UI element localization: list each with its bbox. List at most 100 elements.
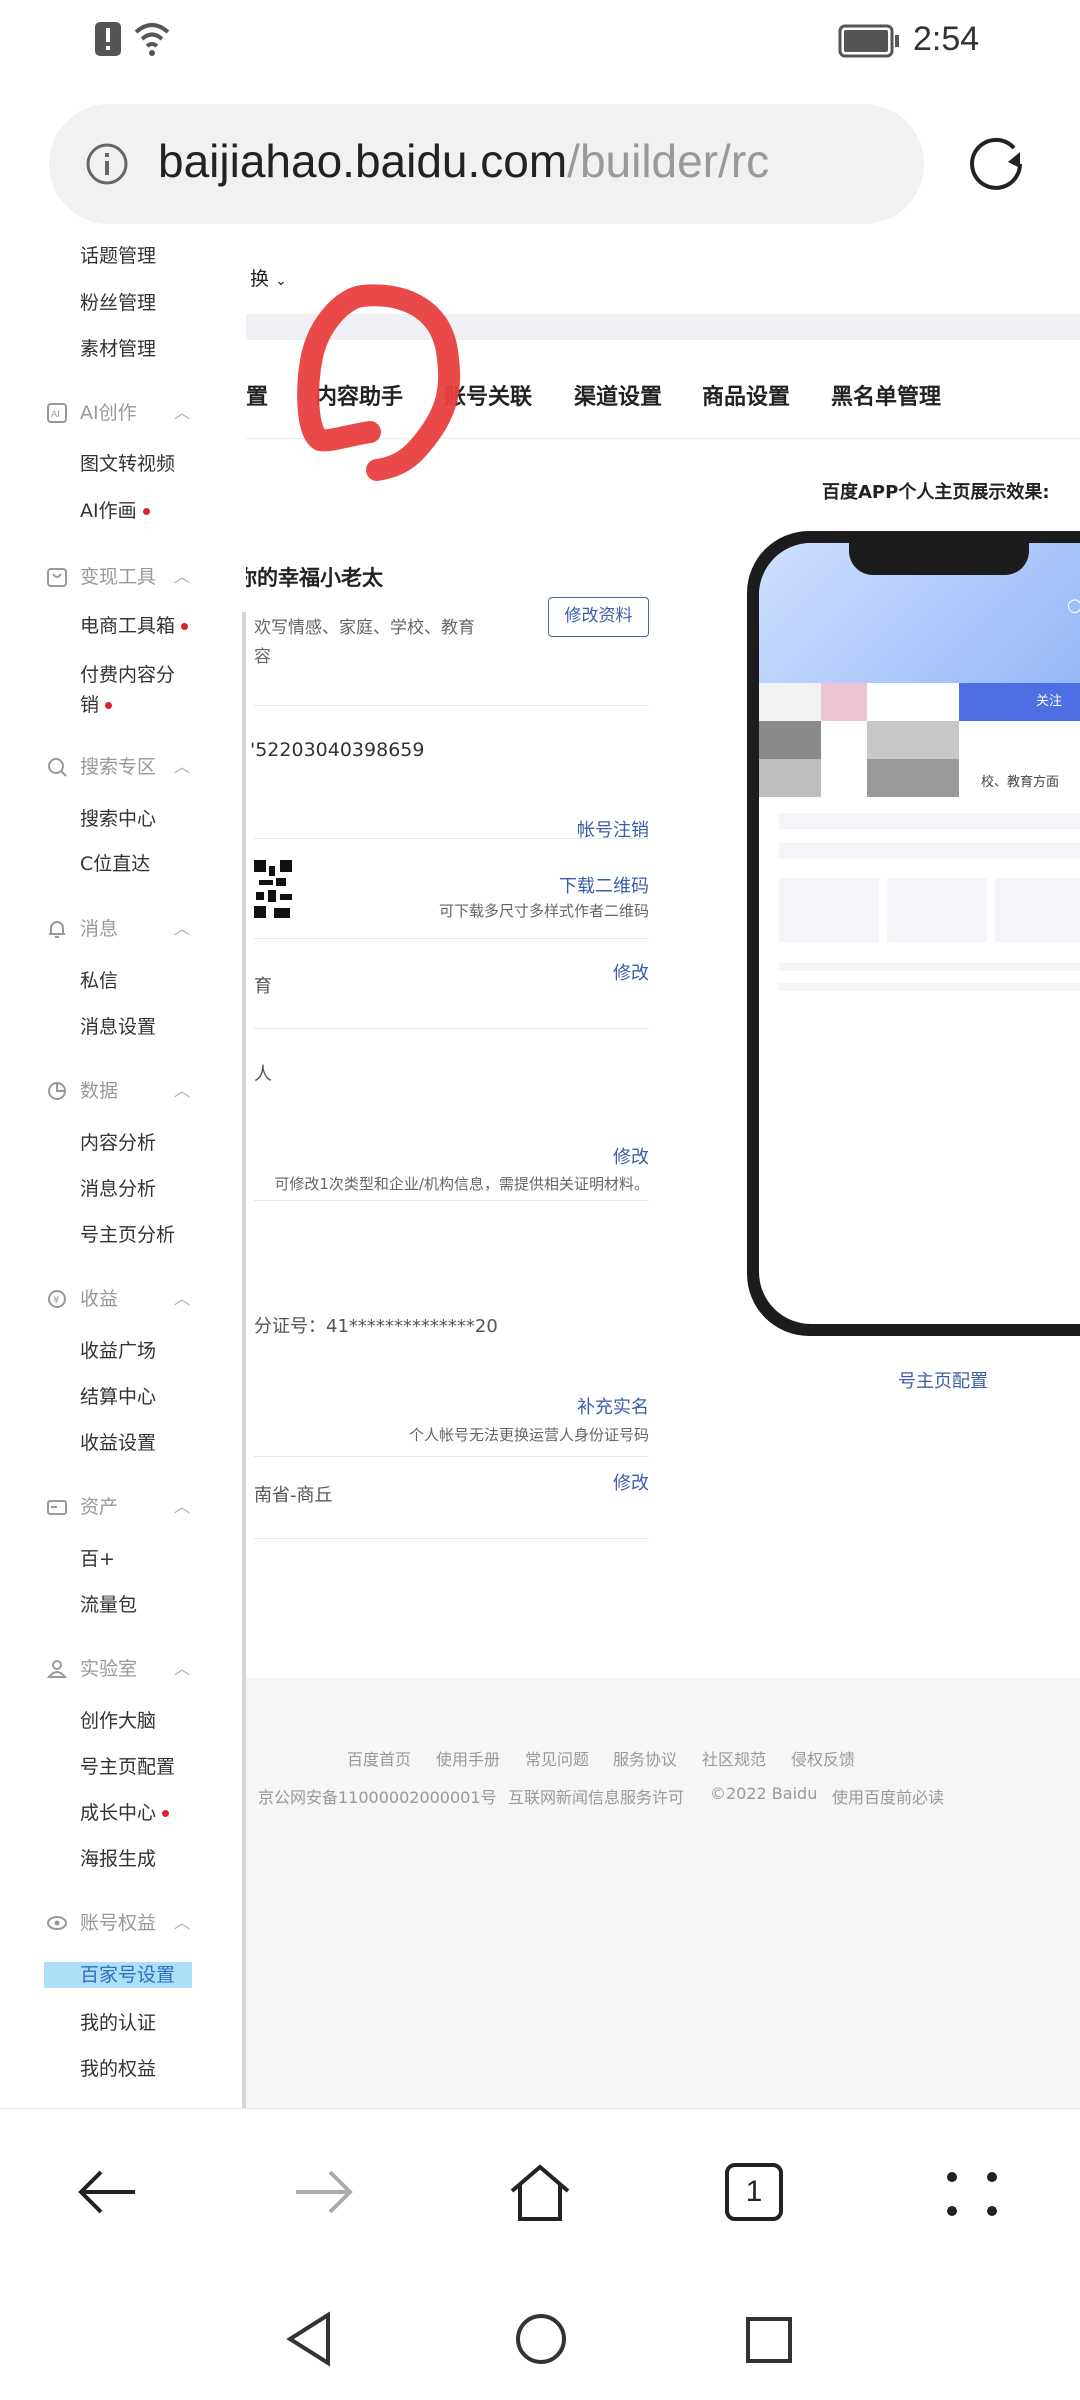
sidebar-item[interactable]: 粉丝管理 [80,290,156,316]
svg-text:¥: ¥ [53,1295,59,1306]
url-path: /builder/rc [567,135,770,187]
chevron-up-icon[interactable]: ︿ [174,754,190,780]
sidebar-item[interactable]: 结算中心 [80,1384,156,1410]
chevron-up-icon[interactable]: ︿ [174,400,190,426]
chevron-up-icon[interactable]: ︿ [174,1656,190,1682]
back-icon[interactable] [75,2167,139,2217]
search-icon [48,758,67,777]
svg-text:AI: AI [51,410,60,420]
info-icon[interactable] [85,142,129,186]
address-bar[interactable]: baijiahao.baidu.com/builder/rc [49,104,924,224]
footer-link[interactable]: 侵权反馈 [791,1746,855,1770]
sidebar-item[interactable]: 号主页配置 [80,1754,175,1780]
sidebar-item[interactable]: 百家号设置 [44,1962,192,1988]
sidebar-item-label: 话题管理 [80,245,157,267]
sidebar-item-label: 流量包 [80,1594,138,1616]
sidebar-item[interactable]: 内容分析 [80,1130,156,1156]
sidebar-group-label: 收益 [80,1288,119,1310]
edit-account-type-link[interactable]: 修改 [613,1143,649,1169]
chevron-up-icon[interactable]: ︿ [174,564,190,590]
footer-link[interactable]: 百度首页 [347,1746,411,1770]
sidebar-item-label: 结算中心 [80,1386,157,1408]
sidebar-item[interactable]: 搜索中心 [80,806,156,832]
sidebar-item-label: 百家号设置 [80,1964,176,1986]
card-icon [47,1500,67,1515]
chevron-up-icon[interactable]: ︿ [174,1286,190,1312]
sidebar-item-label: 成长中心 [80,1802,157,1824]
sidebar-item[interactable]: 图文转视频 [80,451,175,477]
sidebar-item[interactable]: 创作大脑 [80,1708,156,1734]
footer-link[interactable]: 常见问题 [525,1746,589,1770]
chevron-up-icon[interactable]: ︿ [174,1910,190,1936]
system-home-icon[interactable] [513,2311,569,2367]
url-text[interactable]: baijiahao.baidu.com/builder/rc [158,134,910,188]
url-host: baijiahao.baidu.com [158,135,568,187]
sidebar-item-label: 我的权益 [80,2058,157,2080]
homepage-config-link[interactable]: 号主页配置 [898,1367,988,1393]
tabs-button[interactable]: 1 [725,2163,783,2221]
sidebar-item[interactable]: 素材管理 [80,336,156,362]
sidebar-item-label: 搜索中心 [80,808,157,830]
forward-icon[interactable] [292,2167,356,2217]
sidebar-item[interactable]: 百+ [80,1546,115,1572]
footer-link[interactable]: 使用手册 [436,1746,500,1770]
footer-link[interactable]: 服务协议 [613,1746,677,1770]
skeleton-line [779,843,1080,859]
sidebar-group-label: 数据 [80,1080,119,1102]
sidebar-scrollbar[interactable] [242,612,246,2108]
lab-icon [46,1660,68,1678]
system-recents-icon[interactable] [744,2315,794,2365]
sidebar-item-label: 电商工具箱 [80,615,176,637]
edit-domain-link[interactable]: 修改 [613,959,649,985]
realname-hint: 个人帐号无法更换运营人身份证号码 [408,1426,649,1444]
sidebar-item-label: 消息设置 [80,1016,157,1038]
sidebar-item-label: 号主页分析 [80,1224,176,1246]
sidebar-item[interactable]: 付费内容分销 [80,660,190,720]
skeleton-card [995,878,1080,942]
sidebar-item[interactable]: AI作画 [80,498,150,524]
reload-icon[interactable] [964,130,1028,194]
skeleton-card [779,878,879,942]
chevron-up-icon[interactable]: ︿ [174,916,190,942]
sidebar-item[interactable]: 我的认证 [80,2010,156,2036]
footer-link[interactable]: 社区规范 [702,1746,766,1770]
edit-region-link[interactable]: 修改 [613,1469,649,1495]
footer-legal[interactable]: 使用百度前必读 [832,1784,944,1808]
new-badge-dot [105,702,113,709]
sidebar-item[interactable]: 号主页分析 [80,1222,175,1248]
sidebar-item[interactable]: 消息分析 [80,1176,156,1202]
sidebar-item[interactable]: C位直达 [80,851,150,877]
sidebar-item-label: C位直达 [80,853,151,875]
chevron-up-icon[interactable]: ︿ [174,1494,190,1520]
sidebar-item[interactable]: 消息设置 [80,1014,156,1040]
skeleton-line [779,983,1080,991]
download-qr-link[interactable]: 下载二维码 [559,872,649,898]
status-bar: 2:54 [0,0,1080,80]
home-icon[interactable] [506,2163,574,2223]
sidebar-item[interactable]: 收益设置 [80,1430,156,1456]
sidebar-item-label: 素材管理 [80,338,157,360]
sidebar-item[interactable]: 流量包 [80,1592,137,1618]
sidebar-item[interactable]: 私信 [80,968,118,994]
supplement-realname-link[interactable]: 补充实名 [577,1393,649,1419]
sidebar-item[interactable]: 海报生成 [80,1846,156,1872]
sidebar-item[interactable]: 成长中心 [80,1800,170,1826]
footer-legal[interactable]: 互联网新闻信息服务许可 [508,1784,684,1808]
divider [254,938,649,939]
sidebar: 话题管理 粉丝管理 素材管理 AI AI创作 ︿ 图文转视频 AI作画 变现工具 ︿ 电商工具箱 付费… [0,236,246,2108]
sidebar-item[interactable]: 我的权益 [80,2056,156,2082]
sidebar-item-label: 图文转视频 [80,453,176,475]
sidebar-item[interactable]: 收益广场 [80,1338,156,1364]
pie-chart-icon [48,1082,66,1100]
bag-icon [47,568,67,587]
yen-icon: ¥ [48,1290,66,1308]
more-icon[interactable] [944,2169,1000,2219]
qr-code-icon [254,860,292,920]
system-back-icon[interactable] [284,2311,334,2367]
sidebar-item[interactable]: 话题管理 [80,243,156,269]
chevron-up-icon[interactable]: ︿ [174,1078,190,1104]
sidebar-item-label: 收益广场 [80,1340,157,1362]
eye-icon [47,1916,67,1930]
footer-legal[interactable]: 京公网安备11000002000001号 [258,1784,497,1808]
sidebar-item[interactable]: 电商工具箱 [80,613,189,639]
